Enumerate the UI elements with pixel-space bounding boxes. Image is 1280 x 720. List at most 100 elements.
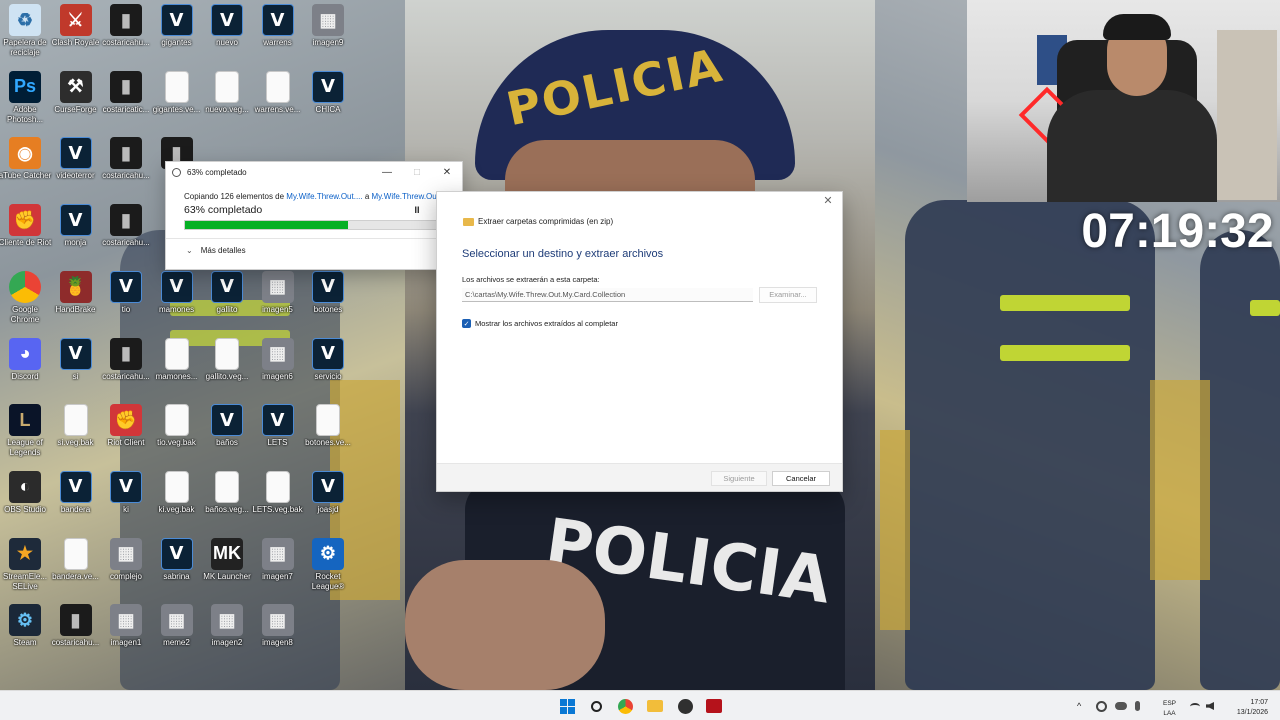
desktop-icon[interactable]: Google Chrome [0, 270, 53, 325]
photo-icon: ▦ [261, 604, 294, 637]
destination-input[interactable] [462, 288, 753, 302]
taskbar: ^ ESP LAA 17:07 13/1/2026 [0, 690, 1280, 720]
desktop-icon[interactable]: ⚒ CurseForge [48, 70, 104, 115]
desktop-icon[interactable]: ⚙ Steam [0, 604, 53, 648]
desktop-icon[interactable]: ▦ meme2 [149, 604, 205, 648]
vegas-project-icon: V [160, 537, 193, 570]
vegas-project-icon: V [211, 4, 243, 36]
desktop-icon[interactable]: si.veg.bak [48, 404, 104, 448]
copy-source-link[interactable]: My.Wife.Threw.Out.... [286, 192, 362, 201]
desktop-icon[interactable]: ▦ complejo [98, 537, 154, 582]
desktop-icon[interactable]: Vgallito [199, 270, 255, 315]
desktop-icon[interactable]: ▦ imagen5 [250, 270, 306, 315]
desktop-icon[interactable]: ▦ imagen9 [300, 4, 356, 48]
desktop-icon[interactable]: Vgigantes [149, 4, 205, 48]
desktop-icon[interactable]: ki.veg.bak [149, 470, 205, 515]
desktop-icon[interactable]: gallito.veg... [199, 337, 255, 382]
desktop-icon[interactable]: warrens.ve... [250, 70, 306, 115]
browse-button[interactable]: Examinar... [759, 287, 817, 303]
cloud-icon[interactable] [1115, 702, 1127, 710]
desktop-icon[interactable]: bandera.ve... [48, 537, 104, 582]
dark-icon: ▮ [110, 70, 142, 103]
desktop-icon[interactable]: botones.ve... [300, 404, 356, 448]
desktop-icon[interactable]: Vbaños [199, 404, 255, 448]
desktop-icon[interactable]: nuevo.veg... [199, 70, 255, 115]
desktop-icon[interactable]: ✊ Cliente de Riot [0, 204, 53, 248]
taskbar-chrome[interactable] [615, 696, 635, 716]
desktop-icon[interactable]: ▮ costaricahu... [98, 204, 154, 248]
desktop-icon[interactable]: Vbandera [48, 470, 104, 515]
copy-description: Copiando 126 elementos de My.Wife.Threw.… [184, 192, 462, 201]
desktop-icon[interactable]: LETS.veg.bak [250, 470, 306, 515]
desktop-icon[interactable]: ▮ costaricahu... [98, 4, 154, 48]
desktop-icon[interactable]: Vservicio [300, 337, 356, 382]
desktop-icon[interactable]: Vjoasjd [300, 470, 356, 515]
desktop-icon[interactable]: ★ StreamEle... SELive [0, 537, 53, 592]
desktop-icon[interactable]: ▮ costaricahu... [98, 137, 154, 181]
desktop-icon-label: Rocket League® [311, 571, 345, 591]
pause-button[interactable]: II [402, 205, 432, 215]
taskbar-obs[interactable] [675, 696, 695, 716]
desktop-icon[interactable]: Vbotones [300, 270, 356, 315]
desktop-icon[interactable]: V CHICA [300, 70, 356, 115]
desktop-icon[interactable]: gigantes.ve... [149, 70, 205, 115]
more-details-toggle[interactable]: ⌄ Más detalles [186, 246, 462, 255]
microphone-icon[interactable] [1135, 701, 1140, 711]
cancel-button[interactable]: Cancelar [772, 471, 830, 486]
desktop-icon[interactable]: Vsi [48, 337, 104, 382]
desktop-icon[interactable]: Vvideoterror [48, 137, 104, 181]
desktop-icon[interactable]: ▦ imagen2 [199, 604, 255, 648]
desktop-icon[interactable]: ⚔ Clash Royale [48, 4, 104, 48]
desktop-icon[interactable]: MK MK Launcher [199, 537, 255, 582]
taskbar-streamlabs[interactable] [704, 696, 724, 716]
desktop-icon[interactable]: Vsabrina [149, 537, 205, 582]
show-files-checkbox[interactable]: ✓ Mostrar los archivos extraídos al comp… [462, 319, 618, 328]
desktop-icon-label: gallito [216, 304, 238, 314]
next-button: Siguiente [711, 471, 767, 486]
checkbox-checked-icon[interactable]: ✓ [462, 319, 471, 328]
desktop-icon[interactable]: Vwarrens [250, 4, 306, 48]
desktop-icon[interactable]: ▦ imagen7 [250, 537, 306, 582]
desktop-icon[interactable]: Ps Adobe Photosh... [0, 70, 53, 125]
desktop-icon[interactable]: Vnuevo [199, 4, 255, 48]
desktop-icon[interactable]: ◉ aTube Catcher [0, 137, 53, 181]
desktop-icon[interactable]: mamones... [149, 337, 205, 382]
desktop-icon[interactable]: ◐ OBS Studio [0, 470, 53, 515]
copy-progress-bar [184, 220, 444, 230]
extract-close-button[interactable]: ✕ [818, 194, 838, 212]
wallpaper-officer [1200, 230, 1280, 690]
language-indicator[interactable]: ESP LAA [1163, 694, 1176, 720]
desktop-icon[interactable]: Vmamones [149, 270, 205, 315]
desktop-icon[interactable]: ▮ costaricahu... [98, 337, 154, 382]
extract-header-text: Extraer carpetas comprimidas (en zip) [478, 217, 614, 226]
desktop-icon[interactable]: ✊ Riot Client [98, 404, 154, 448]
sync-icon[interactable] [1096, 700, 1107, 712]
desktop-icon[interactable]: ▮ costaricahu... [48, 604, 104, 648]
system-icons[interactable] [1190, 691, 1214, 720]
desktop-icon[interactable]: baños.veg... [199, 470, 255, 515]
desktop-icon[interactable]: 🍍 HandBrake [48, 270, 104, 315]
wallpaper-barrier [1150, 380, 1210, 580]
minimize-button[interactable]: — [372, 162, 402, 182]
desktop-icon[interactable]: ▦ imagen1 [98, 604, 154, 648]
tray-chevron[interactable]: ^ [1077, 691, 1081, 720]
close-button[interactable]: ✕ [432, 162, 462, 182]
desktop-icon[interactable]: Vki [98, 470, 154, 515]
desktop-icon[interactable]: Vmonja [48, 204, 104, 248]
search-button[interactable] [586, 696, 606, 716]
desktop-icon[interactable]: ⚙ Rocket League® [300, 537, 356, 592]
start-button[interactable] [557, 696, 577, 716]
desktop-icon[interactable]: ♻ Papelera de reciclaje [0, 4, 53, 58]
desktop-icon[interactable]: L League of Legends [0, 404, 53, 458]
desktop-icon[interactable]: ◕ Discord [0, 337, 53, 382]
desktop-icon[interactable]: Vtio [98, 270, 154, 315]
desktop-icon[interactable]: ▦ imagen6 [250, 337, 306, 382]
taskbar-file-explorer[interactable] [645, 696, 665, 716]
copy-dialog-titlebar[interactable]: 63% completado — □ ✕ [166, 162, 462, 182]
clock[interactable]: 17:07 13/1/2026 [1222, 693, 1268, 720]
desktop-icon[interactable]: tio.veg.bak [149, 404, 205, 448]
desktop-icon-label: sabrina [163, 571, 190, 581]
desktop-icon[interactable]: V LETS [250, 404, 306, 448]
desktop-icon[interactable]: ▦ imagen8 [250, 604, 306, 648]
desktop-icon[interactable]: ▮ costaricatic... [98, 70, 154, 115]
